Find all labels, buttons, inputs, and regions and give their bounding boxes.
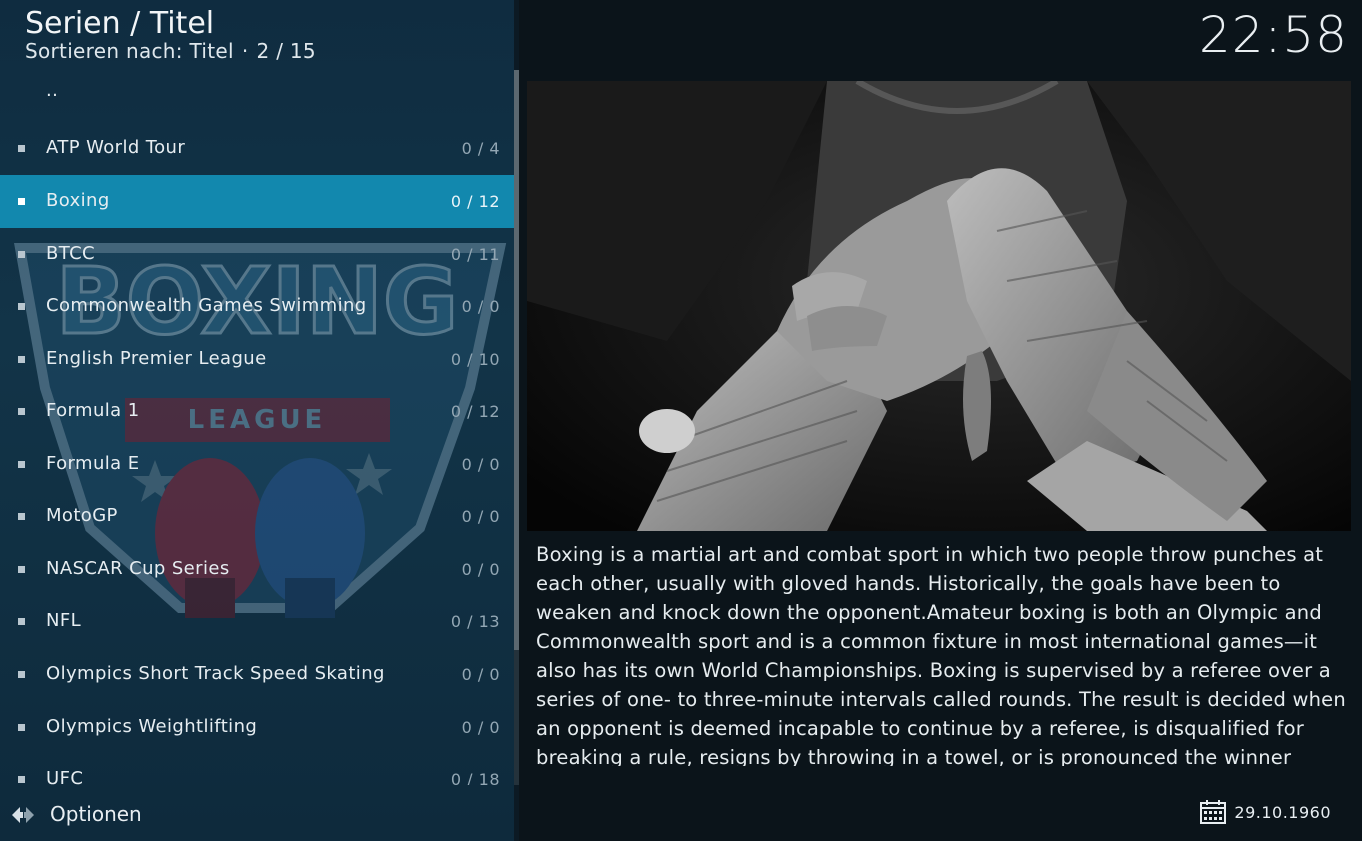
list-item[interactable]: Olympics Weightlifting 0 / 0: [0, 701, 514, 754]
list-item-count: 0 / 0: [461, 297, 500, 316]
clock: 22:58: [1198, 6, 1348, 64]
list-item-label: BTCC: [46, 243, 96, 264]
list-item-count: 0 / 0: [461, 718, 500, 737]
bullet-icon: [18, 251, 25, 258]
list-item-count: 0 / 0: [461, 455, 500, 474]
premiered-date: 29.10.1960: [1234, 802, 1331, 822]
list-item-label: MotoGP: [46, 505, 118, 526]
list-item[interactable]: BTCC 0 / 11: [0, 228, 514, 281]
list-item-label: Formula E: [46, 453, 140, 474]
list-item-label: NFL: [46, 610, 82, 631]
fanart-image: [527, 81, 1351, 531]
list-item[interactable]: ATP World Tour 0 / 4: [0, 122, 514, 175]
list-item-label: Formula 1: [46, 400, 140, 421]
bullet-icon: [18, 513, 25, 520]
list-item-count: 0 / 11: [450, 245, 500, 264]
list-item-label: Boxing: [46, 190, 110, 211]
list-item[interactable]: Commonwealth Games Swimming 0 / 0: [0, 280, 514, 333]
list-item-label: NASCAR Cup Series: [46, 558, 230, 579]
bullet-icon: [18, 145, 25, 152]
list-item-count: 0 / 4: [461, 139, 500, 158]
list-item[interactable]: English Premier League 0 / 10: [0, 333, 514, 386]
list-item[interactable]: MotoGP 0 / 0: [0, 490, 514, 543]
sort-label: Sortieren nach: Titel: [25, 39, 234, 63]
list-item-count: 0 / 10: [450, 350, 500, 369]
list-item[interactable]: Formula E 0 / 0: [0, 438, 514, 491]
bullet-icon: [18, 408, 25, 415]
bullet-icon: [18, 461, 25, 468]
list-item[interactable]: NASCAR Cup Series 0 / 0: [0, 543, 514, 596]
list-item[interactable]: Olympics Short Track Speed Skating 0 / 0: [0, 648, 514, 701]
list-item[interactable]: NFL 0 / 13: [0, 595, 514, 648]
list-item-label: UFC: [46, 768, 84, 785]
list-item-count: 0 / 18: [450, 770, 500, 785]
list-item-label: Commonwealth Games Swimming: [46, 295, 367, 316]
list-item-label: Olympics Short Track Speed Skating: [46, 663, 385, 684]
premiered-info: 29.10.1960: [1200, 800, 1331, 824]
list-item-label: ATP World Tour: [46, 137, 186, 158]
list-item[interactable]: UFC 0 / 18: [0, 753, 514, 785]
bullet-icon: [18, 776, 25, 783]
list-item-count: 0 / 13: [450, 612, 500, 631]
options-arrows-icon: [12, 807, 34, 823]
plot-text: Boxing is a martial art and combat sport…: [536, 543, 1346, 766]
page-title: Serien / Titel: [25, 6, 215, 41]
bullet-icon: [18, 671, 25, 678]
bullet-icon: [18, 356, 25, 363]
list-item-count: 0 / 0: [461, 560, 500, 579]
list-item-count: 0 / 0: [461, 507, 500, 526]
list-position: 2 / 15: [256, 39, 316, 63]
bullet-icon: [18, 198, 25, 205]
list-item-count: 0 / 12: [450, 402, 500, 421]
list-item-count: 0 / 0: [461, 665, 500, 684]
calendar-icon: [1200, 800, 1227, 824]
series-list: .. ATP World Tour 0 / 4 Boxing 0 / 12 BT…: [0, 70, 514, 785]
parent-folder-item[interactable]: ..: [0, 70, 514, 123]
options-button[interactable]: Optionen: [0, 790, 514, 841]
parent-folder-label: ..: [46, 80, 59, 101]
list-item-count: 0 / 12: [450, 192, 500, 211]
options-label: Optionen: [50, 802, 142, 826]
bullet-icon: [18, 303, 25, 310]
separator: ·: [241, 39, 249, 63]
bullet-icon: [18, 566, 25, 573]
list-item-label: Olympics Weightlifting: [46, 716, 258, 737]
boxer-hands-image: [527, 81, 1351, 531]
list-item-selected[interactable]: Boxing 0 / 12: [0, 175, 514, 228]
media-list-panel: BOXING LEAGUE Serien / Titel Sortieren n…: [0, 0, 514, 841]
bullet-icon: [18, 618, 25, 625]
list-item-label: English Premier League: [46, 348, 267, 369]
list-item[interactable]: Formula 1 0 / 12: [0, 385, 514, 438]
sort-info: Sortieren nach: Titel · 2 / 15: [25, 39, 316, 63]
bullet-icon: [18, 724, 25, 731]
